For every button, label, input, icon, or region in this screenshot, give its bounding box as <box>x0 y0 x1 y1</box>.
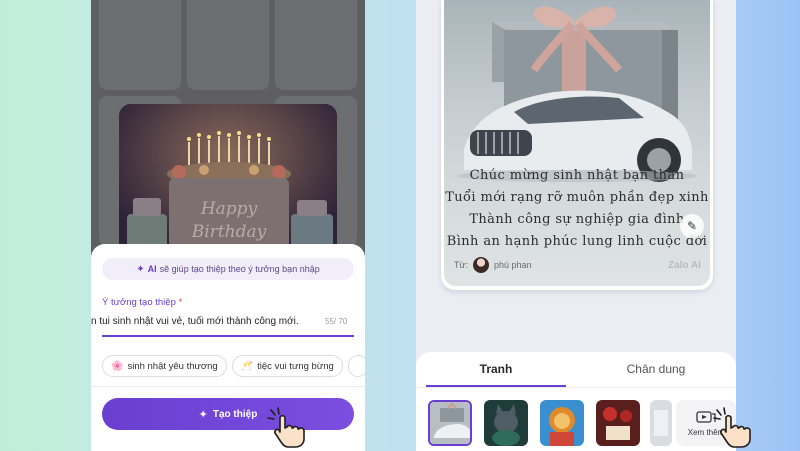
left-phone-screen: Happy Birthday ✦ AI sẽ giúp tạo thiệp th… <box>91 0 365 451</box>
from-label: Từ: <box>454 260 469 270</box>
ai-hint-strong: AI <box>147 264 157 274</box>
tab-chan-dung[interactable]: Chân dung <box>586 362 726 376</box>
ai-hint-text: sẽ giúp tạo thiệp theo ý tưởng bạn nhập <box>159 264 320 274</box>
svg-text:Birthday: Birthday <box>191 222 267 242</box>
edit-poem-button[interactable]: ✎ <box>680 214 704 238</box>
tab-divider <box>416 387 736 388</box>
flower-icon: 🌸 <box>111 360 124 372</box>
sparkle-icon: ✦ <box>198 408 208 421</box>
poem-line: Thành công sự nghiệp gia đình <box>469 212 685 227</box>
background-tile <box>187 0 269 90</box>
lion-thumbnail[interactable] <box>540 400 584 446</box>
svg-text:Happy: Happy <box>200 199 258 219</box>
sender-name: phú phan <box>494 260 532 270</box>
active-tab-indicator <box>426 385 566 387</box>
toast-icon: 🥂 <box>240 360 254 372</box>
background-tile <box>275 0 357 90</box>
chip-label: sinh nhật yêu thương <box>127 360 218 372</box>
create-card-sheet: ✦ AI sẽ giúp tạo thiệp theo ý tưởng bạn … <box>91 244 365 451</box>
create-button-label: Tạo thiệp <box>212 408 258 420</box>
ai-hint-banner: ✦ AI sẽ giúp tạo thiệp theo ý tưởng bạn … <box>102 258 354 280</box>
suggestion-chip-partial[interactable] <box>347 355 365 377</box>
idea-input[interactable]: n tui sinh nhật vui vẻ, tuổi mới thành c… <box>91 316 323 327</box>
car-gift-thumbnail[interactable] <box>428 400 472 446</box>
greeting-card[interactable]: Chúc mừng sinh nhật bạn thân Tuổi mới rạ… <box>441 0 713 290</box>
chip-label: tiệc vui tưng bừng <box>257 360 334 372</box>
required-mark: * <box>178 297 183 308</box>
roses-thumbnail[interactable] <box>596 400 640 446</box>
pen-icon: ✎ <box>686 219 698 233</box>
idea-label-text: Ý tưởng tạo thiệp <box>102 297 176 308</box>
style-picker-panel: Tranh Chân dung Xem thêm <box>416 352 736 451</box>
style-thumbnails: Xem thêm <box>428 400 736 450</box>
card-image: Chúc mừng sinh nhật bạn thân Tuổi mới rạ… <box>444 0 710 286</box>
zalo-ai-watermark: Zalo AI <box>668 260 701 271</box>
suggestion-chip[interactable]: 🌸 sinh nhật yêu thương <box>102 355 227 377</box>
gift-thumbnail[interactable] <box>650 400 672 446</box>
card-sender: Từ: phú phan <box>454 257 532 273</box>
avatar <box>473 257 490 273</box>
poem-line: Tuổi mới rạng rỡ muôn phần đẹp xinh <box>445 190 709 205</box>
char-counter: 55/ 70 <box>325 317 348 326</box>
input-underline <box>102 335 354 337</box>
sparkle-icon: ✦ <box>136 263 145 275</box>
cat-thumbnail[interactable] <box>484 400 528 446</box>
hand-pointer-icon <box>713 407 751 448</box>
poem-line: Chúc mừng sinh nhật bạn thân <box>469 168 685 183</box>
right-phone-screen: Chúc mừng sinh nhật bạn thân Tuổi mới rạ… <box>416 0 736 451</box>
suggestion-chip[interactable]: 🥂 tiệc vui tưng bừng <box>231 355 343 377</box>
tab-tranh[interactable]: Tranh <box>426 362 566 376</box>
background-tile <box>99 0 181 90</box>
create-card-button[interactable]: ✦ Tạo thiệp <box>102 398 354 430</box>
idea-field-label: Ý tưởng tạo thiệp * <box>102 297 182 308</box>
suggestion-chips: 🌸 sinh nhật yêu thương 🥂 tiệc vui tưng b… <box>102 355 365 377</box>
poem-line: Bình an hạnh phúc lung linh cuộc đời <box>446 234 708 249</box>
divider <box>91 386 365 387</box>
hand-pointer-icon <box>267 407 305 448</box>
card-poem: Chúc mừng sinh nhật bạn thân Tuổi mới rạ… <box>444 165 710 253</box>
idea-input-value: n tui sinh nhật vui vẻ, tuổi mới thành c… <box>91 316 299 327</box>
